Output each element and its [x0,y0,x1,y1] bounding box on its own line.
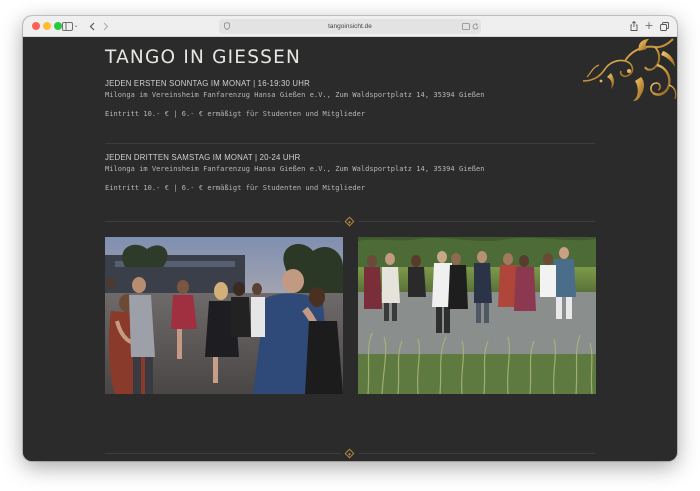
back-icon[interactable] [87,19,97,33]
browser-toolbar: ⌄ tangoinsicht.de + [23,16,677,37]
share-icon[interactable] [629,19,639,33]
tabs-overview-icon[interactable] [659,19,669,33]
ornamental-divider [105,448,595,459]
minimize-window-button[interactable] [43,22,51,30]
reload-icon[interactable] [471,20,479,34]
address-bar[interactable]: tangoinsicht.de [219,19,481,34]
event-block: JEDEN ERSTEN SONNTAG IM MONAT | 16-19:30… [105,79,595,118]
ornamental-divider [105,216,595,227]
close-window-button[interactable] [32,22,40,30]
diamond-icon [344,448,355,459]
new-tab-icon[interactable]: + [644,19,654,33]
event-location: Milonga im Vereinsheim Fanfarenzug Hansa… [105,91,485,99]
event-price: Eintritt 10.- € | 6.- € ermäßigt für Stu… [105,110,366,118]
event-block: JEDEN DRITTEN SAMSTAG IM MONAT | 20-24 U… [105,153,595,192]
browser-window: ⌄ tangoinsicht.de + TANGO IN GIESSEN JED… [23,16,677,461]
chevron-down-icon[interactable]: ⌄ [73,19,79,33]
tango-dancers-outdoor-photo [358,237,596,394]
event-heading: JEDEN ERSTEN SONNTAG IM MONAT | 16-19:30… [105,79,310,88]
translate-icon[interactable] [462,20,470,34]
web-page: TANGO IN GIESSEN JEDEN ERSTEN SONNTAG IM… [23,37,677,461]
forward-icon[interactable] [101,19,111,33]
event-heading: JEDEN DRITTEN SAMSTAG IM MONAT | 20-24 U… [105,153,301,162]
url-text: tangoinsicht.de [328,23,372,30]
gold-flourish-ornament [582,38,677,101]
page-title: TANGO IN GIESSEN [105,47,302,68]
diamond-icon [344,216,355,227]
event-location: Milonga im Vereinsheim Fanfarenzug Hansa… [105,165,485,173]
divider [105,143,595,144]
event-price: Eintritt 10.- € | 6.- € ermäßigt für Stu… [105,184,366,192]
sidebar-icon[interactable] [61,19,73,33]
tango-dancers-evening-photo [105,237,343,394]
